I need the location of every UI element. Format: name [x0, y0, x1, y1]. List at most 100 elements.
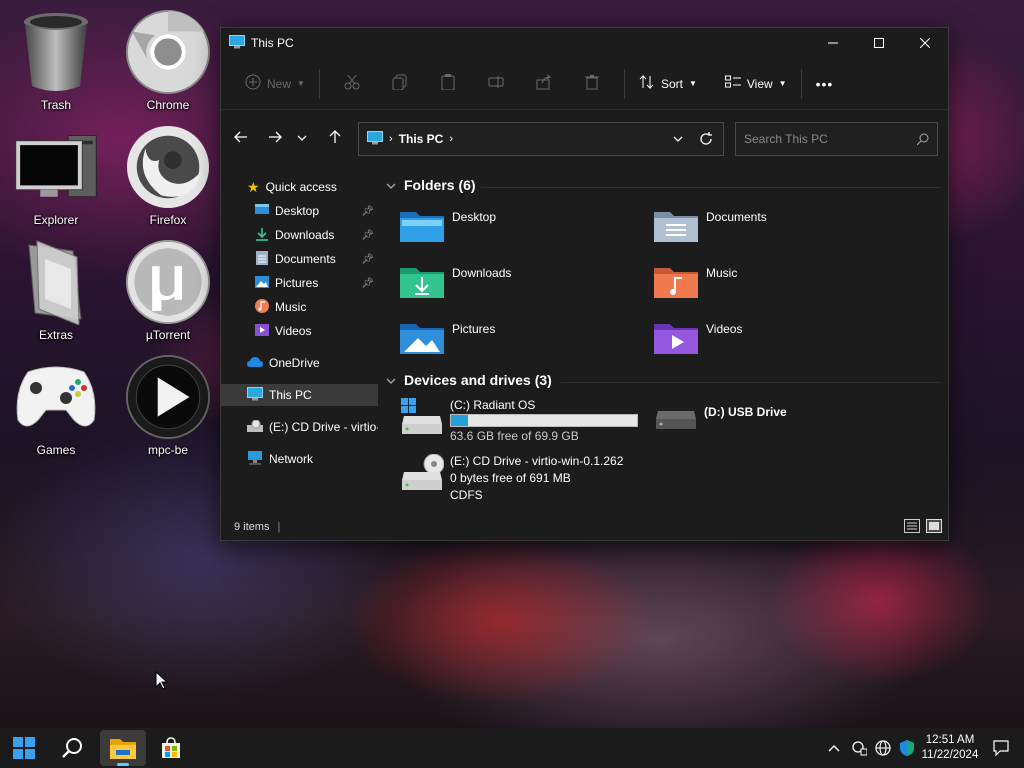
cut-button[interactable] [328, 68, 376, 100]
sidebar-item-label: OneDrive [269, 356, 320, 370]
sidebar-item-documents[interactable]: Documents 📌︎ [255, 248, 378, 270]
copy-button[interactable] [376, 68, 424, 100]
sidebar-item-label: This PC [269, 388, 312, 402]
search-button[interactable] [49, 730, 95, 766]
sort-button[interactable]: Sort ▼ [633, 68, 703, 100]
command-bar: New ▼ Sort ▼ View ▼ ••• [221, 58, 948, 110]
drive-e[interactable]: (E:) CD Drive - virtio-win-0.1.262 0 byt… [400, 453, 623, 502]
address-dropdown-button[interactable] [673, 132, 683, 146]
folder-downloads[interactable]: Downloads [400, 264, 511, 301]
share-button[interactable] [520, 68, 568, 100]
cd-drive-icon [247, 419, 263, 435]
new-button[interactable]: New ▼ [239, 68, 311, 100]
status-bar: 9 items | [221, 514, 948, 540]
start-button[interactable] [1, 730, 47, 766]
play-icon [126, 355, 210, 439]
address-bar[interactable]: › This PC › [358, 122, 724, 156]
chevron-down-icon: ▼ [297, 79, 305, 88]
download-icon [255, 227, 269, 244]
content-pane: Folders (6) Desktop Documents Downloads … [381, 168, 948, 513]
up-button[interactable] [319, 122, 351, 154]
drive-label: (D:) USB Drive [704, 405, 787, 419]
desktop-icon-label: µTorrent [145, 328, 191, 342]
sidebar-item-videos[interactable]: Videos [255, 320, 311, 342]
breadcrumb-this-pc[interactable]: This PC [399, 132, 444, 146]
music-icon [255, 298, 269, 316]
desktop-icon-mpc-be[interactable]: mpc-be [118, 355, 218, 457]
copy-icon [392, 74, 408, 93]
title-bar[interactable]: This PC [221, 28, 948, 58]
navigation-pane: ★ Quick access Desktop 📌︎ Downloads 📌︎ D… [221, 168, 378, 513]
sidebar-item-downloads[interactable]: Downloads 📌︎ [255, 224, 378, 246]
folder-documents[interactable]: Documents [654, 208, 767, 245]
desktop-icon-firefox[interactable]: Firefox [118, 125, 218, 227]
tiles-view-icon [926, 519, 942, 533]
desktop-icon-extras[interactable]: Extras [6, 240, 106, 342]
file-explorer-taskbar-button[interactable] [100, 730, 146, 766]
desktop-icon-label: Firefox [149, 213, 187, 227]
sidebar-item-label: Music [275, 300, 307, 314]
delete-button[interactable] [568, 68, 616, 100]
drive-d[interactable]: (D:) USB Drive [654, 403, 787, 436]
sidebar-item-cd-drive[interactable]: (E:) CD Drive - virtio-win-0.1.262 [247, 416, 378, 438]
drive-filesystem: CDFS [450, 488, 483, 502]
network-icon [247, 450, 263, 468]
view-button[interactable]: View ▼ [719, 68, 793, 100]
search-input[interactable]: Search This PC [735, 122, 938, 156]
tray-settings-button[interactable] [848, 728, 870, 768]
sidebar-item-desktop[interactable]: Desktop 📌︎ [255, 200, 378, 222]
sidebar-item-this-pc[interactable]: This PC [221, 384, 378, 406]
desktop-icon-explorer[interactable]: Explorer [6, 125, 106, 227]
sidebar-item-label: Pictures [275, 276, 319, 290]
desktop-icon-utorrent[interactable]: µTorrent [118, 240, 218, 342]
forward-button[interactable] [259, 122, 291, 154]
sidebar-item-network[interactable]: Network [247, 448, 313, 470]
sidebar-item-quick-access[interactable]: ★ Quick access [247, 176, 337, 198]
drive-c[interactable]: (C:) Radiant OS 63.6 GB free of 69.9 GB [400, 398, 638, 443]
store-button[interactable] [148, 730, 194, 766]
sidebar-item-pictures[interactable]: Pictures 📌︎ [255, 272, 378, 294]
search-icon [916, 133, 929, 148]
network-button[interactable] [872, 728, 894, 768]
close-button[interactable] [902, 28, 948, 58]
notifications-button[interactable] [988, 728, 1014, 768]
back-button[interactable] [225, 122, 257, 154]
section-title: Devices and drives (3) [404, 372, 552, 388]
pictures-icon [255, 275, 269, 292]
more-options-button[interactable]: ••• [810, 68, 840, 100]
paste-button[interactable] [424, 68, 472, 100]
folder-pictures[interactable]: Pictures [400, 320, 495, 357]
taskbar: 12:51 AM 11/22/2024 [0, 728, 1024, 768]
sidebar-item-label: (E:) CD Drive - virtio-win-0.1.262 [269, 420, 378, 434]
sidebar-item-label: Videos [275, 324, 312, 338]
sidebar-item-music[interactable]: Music [255, 296, 306, 318]
details-view-icon [904, 519, 920, 533]
new-icon [245, 74, 261, 93]
desktop-icon-chrome[interactable]: Chrome [118, 10, 218, 112]
folders-section-header[interactable]: Folders (6) [386, 177, 476, 193]
tiles-view-button[interactable] [926, 519, 942, 536]
show-hidden-icons-button[interactable] [824, 728, 844, 768]
recent-locations-button[interactable] [291, 122, 313, 154]
rename-button[interactable] [472, 68, 520, 100]
desktop-icon-games[interactable]: Games [6, 355, 106, 457]
desktop-icon-label: Games [36, 443, 76, 457]
folder-desktop[interactable]: Desktop [400, 208, 496, 245]
defender-button[interactable] [896, 728, 918, 768]
computer-icon [14, 125, 98, 209]
sidebar-item-onedrive[interactable]: OneDrive [247, 352, 320, 374]
minimize-button[interactable] [810, 28, 856, 58]
folder-videos[interactable]: Videos [654, 320, 742, 357]
this-pc-icon [247, 386, 263, 404]
folder-label: Documents [706, 210, 767, 224]
pin-icon: 📌︎ [361, 277, 374, 289]
divider: | [277, 521, 281, 533]
refresh-button[interactable] [699, 132, 713, 149]
maximize-button[interactable] [856, 28, 902, 58]
clock[interactable]: 12:51 AM 11/22/2024 [918, 728, 982, 768]
desktop-icon-trash[interactable]: Trash [6, 10, 106, 112]
folder-music[interactable]: Music [654, 264, 737, 301]
details-view-button[interactable] [904, 519, 920, 536]
item-count: 9 items [234, 521, 270, 533]
drives-section-header[interactable]: Devices and drives (3) [386, 372, 552, 388]
